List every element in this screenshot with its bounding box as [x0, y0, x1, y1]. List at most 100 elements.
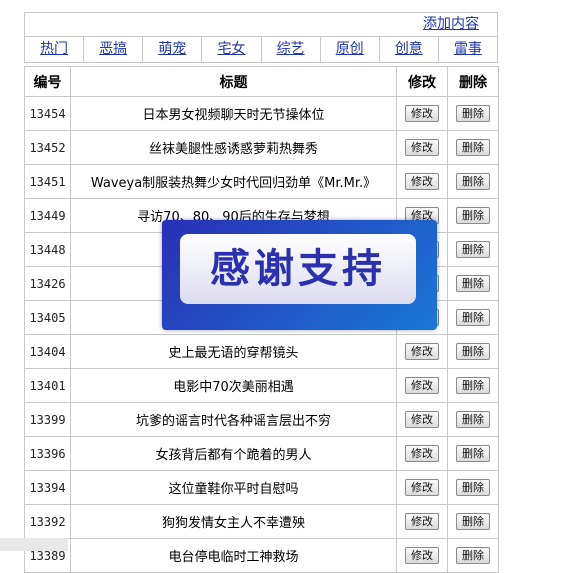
row-edit-cell: 修改: [396, 368, 448, 403]
row-id: 13454: [24, 96, 71, 131]
row-edit-cell: 修改: [396, 164, 448, 199]
category-spoof[interactable]: 恶搞: [84, 37, 144, 62]
row-delete-cell: 删除: [447, 402, 499, 437]
row-delete-cell: 删除: [447, 232, 499, 267]
row-title: Waveya制服装热舞少女时代回归劲单《Mr.Mr.》: [70, 164, 397, 199]
table-row: 13392 狗狗发情女主人不幸遭殃 修改 删除: [24, 504, 499, 539]
top-bar: 添加内容: [24, 12, 498, 37]
edit-button[interactable]: 修改: [405, 343, 439, 360]
edit-button[interactable]: 修改: [405, 105, 439, 122]
table-row: 13399 坑爹的谣言时代各种谣言层出不穷 修改 删除: [24, 402, 499, 437]
row-id: 13399: [24, 402, 71, 437]
row-title: 这位童鞋你平时自慰吗: [70, 470, 397, 505]
row-edit-cell: 修改: [396, 436, 448, 471]
row-title: 狗狗发情女主人不幸遭殃: [70, 504, 397, 539]
corner-strip: [0, 538, 68, 551]
thanks-overlay: 感谢支持: [162, 220, 437, 330]
row-delete-cell: 删除: [447, 436, 499, 471]
edit-button[interactable]: 修改: [405, 479, 439, 496]
row-title: 女孩背后都有个跪着的男人: [70, 436, 397, 471]
add-content-link[interactable]: 添加内容: [423, 16, 479, 32]
delete-button[interactable]: 删除: [456, 343, 490, 360]
row-delete-cell: 删除: [447, 334, 499, 369]
category-otaku[interactable]: 宅女: [202, 37, 262, 62]
category-creative[interactable]: 创意: [380, 37, 439, 62]
edit-button[interactable]: 修改: [405, 139, 439, 156]
row-edit-cell: 修改: [396, 470, 448, 505]
edit-button[interactable]: 修改: [405, 173, 439, 190]
category-variety[interactable]: 综艺: [262, 37, 321, 62]
row-id: 13394: [24, 470, 71, 505]
row-delete-cell: 删除: [447, 368, 499, 403]
edit-button[interactable]: 修改: [405, 513, 439, 530]
row-id: 13451: [24, 164, 71, 199]
row-delete-cell: 删除: [447, 266, 499, 301]
delete-button[interactable]: 删除: [456, 547, 490, 564]
header-edit: 修改: [396, 66, 448, 97]
delete-button[interactable]: 删除: [456, 377, 490, 394]
row-delete-cell: 删除: [447, 164, 499, 199]
row-title: 史上最无语的穿帮镜头: [70, 334, 397, 369]
row-delete-cell: 删除: [447, 130, 499, 165]
edit-button[interactable]: 修改: [405, 547, 439, 564]
row-id: 13401: [24, 368, 71, 403]
table-row: 13451 Waveya制服装热舞少女时代回归劲单《Mr.Mr.》 修改 删除: [24, 164, 499, 199]
table-row: 13454 日本男女视频聊天时无节操体位 修改 删除: [24, 96, 499, 131]
table-header-row: 编号 标题 修改 删除: [24, 66, 499, 97]
row-id: 13449: [24, 198, 71, 233]
table-row: 13394 这位童鞋你平时自慰吗 修改 删除: [24, 470, 499, 505]
row-title: 电影中70次美丽相遇: [70, 368, 397, 403]
header-delete: 删除: [447, 66, 499, 97]
delete-button[interactable]: 删除: [456, 309, 490, 326]
delete-button[interactable]: 删除: [456, 139, 490, 156]
row-id: 13426: [24, 266, 71, 301]
table-row: 13401 电影中70次美丽相遇 修改 删除: [24, 368, 499, 403]
delete-button[interactable]: 删除: [456, 445, 490, 462]
row-delete-cell: 删除: [447, 300, 499, 335]
edit-button[interactable]: 修改: [405, 411, 439, 428]
delete-button[interactable]: 删除: [456, 513, 490, 530]
row-id: 13448: [24, 232, 71, 267]
header-id: 编号: [24, 66, 71, 97]
edit-button[interactable]: 修改: [405, 445, 439, 462]
delete-button[interactable]: 删除: [456, 479, 490, 496]
delete-button[interactable]: 删除: [456, 105, 490, 122]
row-edit-cell: 修改: [396, 402, 448, 437]
row-edit-cell: 修改: [396, 538, 448, 573]
delete-button[interactable]: 删除: [456, 241, 490, 258]
edit-button[interactable]: 修改: [405, 377, 439, 394]
table-row: 13396 女孩背后都有个跪着的男人 修改 删除: [24, 436, 499, 471]
row-delete-cell: 删除: [447, 198, 499, 233]
row-delete-cell: 删除: [447, 504, 499, 539]
category-shocking[interactable]: 雷事: [439, 37, 497, 62]
row-id: 13405: [24, 300, 71, 335]
row-id: 13396: [24, 436, 71, 471]
row-title: 电台停电临时工神救场: [70, 538, 397, 573]
delete-button[interactable]: 删除: [456, 275, 490, 292]
category-pets[interactable]: 萌宠: [143, 37, 203, 62]
row-id: 13452: [24, 130, 71, 165]
row-title: 日本男女视频聊天时无节操体位: [70, 96, 397, 131]
table-row: 13404 史上最无语的穿帮镜头 修改 删除: [24, 334, 499, 369]
row-title: 丝袜美腿性感诱惑萝莉热舞秀: [70, 130, 397, 165]
category-hot[interactable]: 热门: [25, 37, 85, 62]
table-row: 13452 丝袜美腿性感诱惑萝莉热舞秀 修改 删除: [24, 130, 499, 165]
row-title: 坑爹的谣言时代各种谣言层出不穷: [70, 402, 397, 437]
row-delete-cell: 删除: [447, 96, 499, 131]
delete-button[interactable]: 删除: [456, 411, 490, 428]
row-id: 13404: [24, 334, 71, 369]
delete-button[interactable]: 删除: [456, 173, 490, 190]
row-edit-cell: 修改: [396, 504, 448, 539]
row-id: 13392: [24, 504, 71, 539]
category-original[interactable]: 原创: [321, 37, 380, 62]
header-title: 标题: [70, 66, 397, 97]
row-delete-cell: 删除: [447, 470, 499, 505]
row-edit-cell: 修改: [396, 130, 448, 165]
row-edit-cell: 修改: [396, 334, 448, 369]
row-edit-cell: 修改: [396, 96, 448, 131]
category-nav: 热门 恶搞 萌宠 宅女 综艺 原创 创意 雷事: [24, 37, 498, 63]
thanks-text: 感谢支持: [180, 234, 416, 304]
delete-button[interactable]: 删除: [456, 207, 490, 224]
row-delete-cell: 删除: [447, 538, 499, 573]
table-row: 13389 电台停电临时工神救场 修改 删除: [24, 538, 499, 573]
